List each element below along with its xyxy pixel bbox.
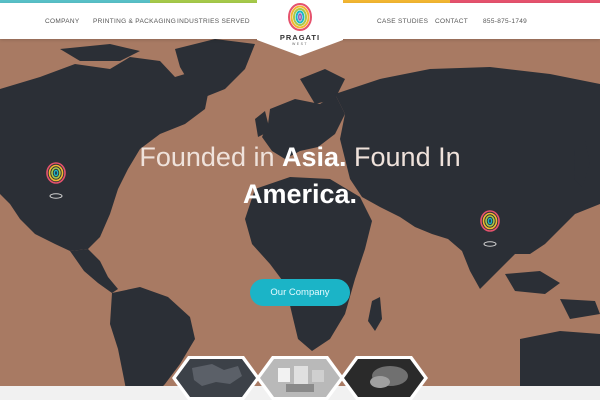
logo-wordmark[interactable]: PRAGATI bbox=[270, 33, 330, 42]
hero-headline-line-2: America. bbox=[242, 179, 358, 209]
map-pin-fingerprint-icon[interactable] bbox=[478, 210, 502, 248]
tile-world-map-image[interactable] bbox=[172, 356, 260, 400]
map-pin-fingerprint-icon[interactable] bbox=[44, 162, 68, 200]
hero-text-found-in: Found In bbox=[346, 142, 461, 172]
tile-printed-products-image[interactable] bbox=[256, 356, 344, 400]
homepage: COMPANY PRINTING & PACKAGING INDUSTRIES … bbox=[0, 0, 600, 400]
nav-company[interactable]: COMPANY bbox=[45, 18, 79, 25]
hero-text-asia: Asia. bbox=[281, 142, 347, 172]
hero-headline-line-1: Founded in Asia. Found In bbox=[0, 142, 600, 173]
logo-tagline: WEST bbox=[291, 42, 309, 46]
nav-industries-served[interactable]: INDUSTRIES SERVED bbox=[177, 18, 250, 25]
nav-contact[interactable]: CONTACT bbox=[435, 18, 468, 25]
our-company-button[interactable]: Our Company bbox=[250, 279, 350, 306]
tile-workspace-image[interactable] bbox=[340, 356, 428, 400]
fingerprint-icon[interactable] bbox=[288, 3, 312, 31]
nav-case-studies[interactable]: CASE STUDIES bbox=[377, 18, 428, 25]
world-map bbox=[0, 39, 600, 400]
hero-text-founded-in: Founded in bbox=[139, 142, 282, 172]
nav-printing-packaging[interactable]: PRINTING & PACKAGING bbox=[93, 18, 176, 25]
nav-phone[interactable]: 855-875-1749 bbox=[483, 18, 527, 25]
